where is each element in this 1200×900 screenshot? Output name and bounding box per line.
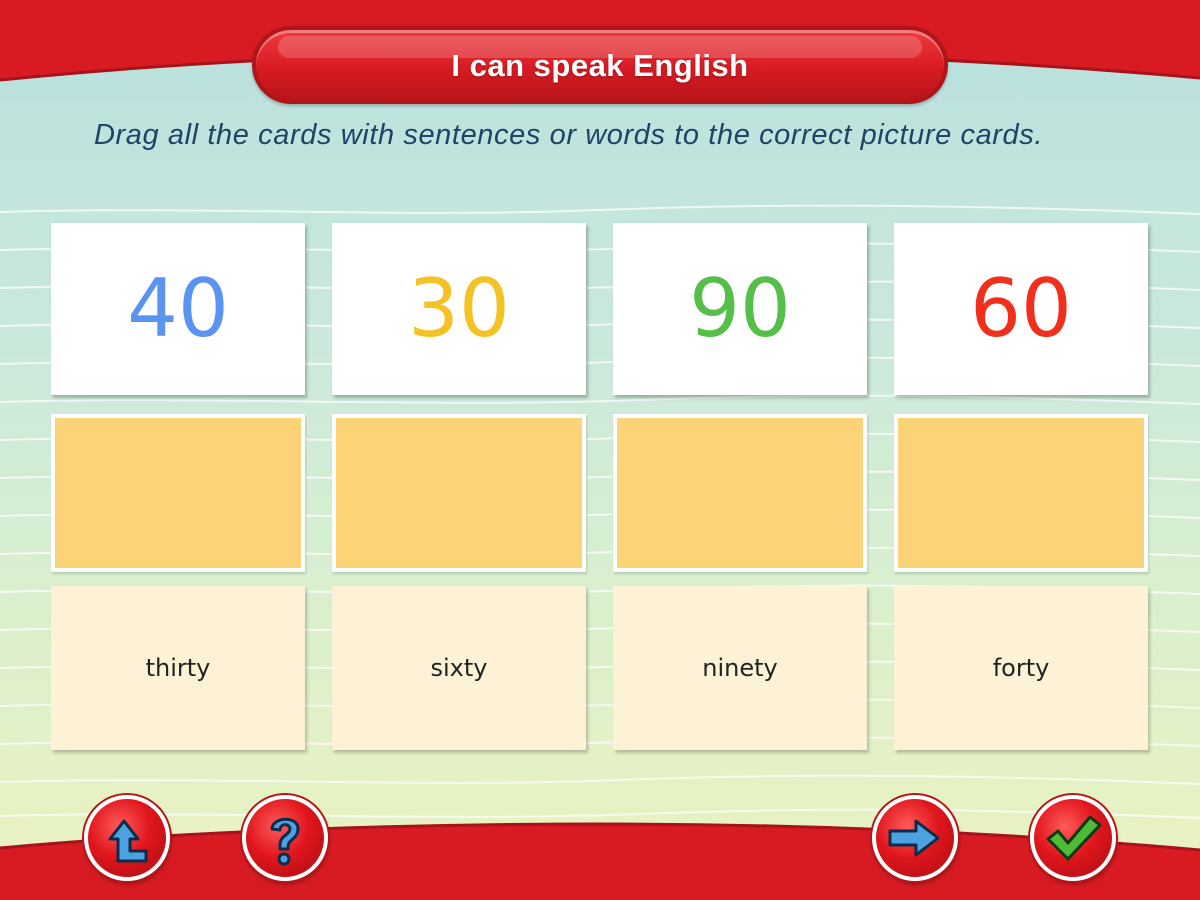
- page-title: I can speak English: [451, 48, 749, 83]
- picture-card-3: 90: [613, 223, 867, 395]
- picture-card-label: 60: [970, 262, 1072, 355]
- picture-card-2: 30: [332, 223, 586, 395]
- picture-card-1: 40: [51, 223, 305, 395]
- word-card-label: forty: [992, 654, 1050, 682]
- word-card-ninety[interactable]: ninety: [613, 586, 867, 750]
- drop-zone-3[interactable]: [613, 414, 867, 572]
- question-mark-icon: [270, 817, 300, 866]
- back-button[interactable]: [84, 795, 170, 881]
- drop-zone-1[interactable]: [51, 414, 305, 572]
- picture-card-4: 60: [894, 223, 1148, 395]
- back-arrow-icon: [108, 819, 148, 863]
- checkmark-icon: [1046, 815, 1102, 861]
- picture-card-label: 30: [408, 262, 510, 355]
- word-card-label: ninety: [702, 654, 778, 682]
- word-card-label: sixty: [430, 654, 488, 682]
- picture-card-label: 40: [127, 262, 229, 355]
- help-button[interactable]: [242, 795, 328, 881]
- instruction-text: Drag all the cards with sentences or wor…: [94, 119, 1044, 151]
- word-card-thirty[interactable]: thirty: [51, 586, 305, 750]
- next-button[interactable]: [872, 795, 958, 881]
- bottom-banner: [0, 822, 1200, 900]
- word-card-forty[interactable]: forty: [894, 586, 1148, 750]
- word-card-label: thirty: [145, 654, 211, 682]
- word-card-sixty[interactable]: sixty: [332, 586, 586, 750]
- check-button[interactable]: [1030, 795, 1116, 881]
- drop-zone-4[interactable]: [894, 414, 1148, 572]
- picture-card-label: 90: [689, 262, 791, 355]
- drop-zone-2[interactable]: [332, 414, 586, 572]
- right-arrow-icon: [888, 819, 940, 857]
- title-banner: I can speak English: [252, 26, 948, 104]
